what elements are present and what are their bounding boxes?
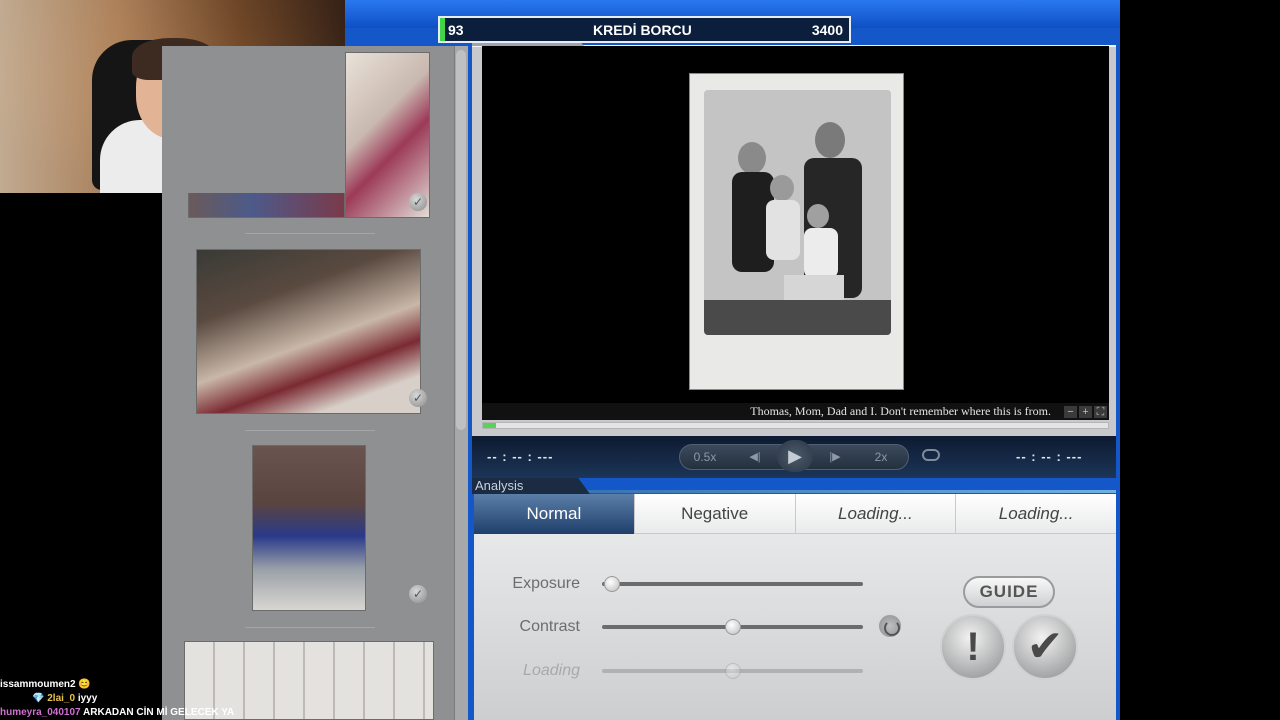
photo-caption: Thomas, Mom, Dad and I. Don't remember w… [482,403,1109,420]
credit-value: 3400 [811,22,843,38]
analysis-mode-tabs: Normal Negative Loading... Loading... [474,494,1116,534]
check-icon[interactable]: ✓ [409,193,427,211]
chat-badge: 💎 [32,693,45,704]
chat-username: 2lai_0 [47,693,76,704]
tab-loading-2[interactable]: Loading... [956,494,1116,534]
contrast-slider-knob[interactable] [724,619,741,635]
thumbnail-divider [245,627,375,628]
exposure-slider[interactable] [602,582,863,586]
play-icon[interactable]: ▶ [777,440,813,472]
loading-slider-knob [724,663,741,679]
thumbnail-divider [245,430,375,431]
previous-frame-icon[interactable]: ◀| [745,450,765,463]
tab-negative[interactable]: Negative [635,494,796,534]
thumbnail-photo-3[interactable] [252,445,366,611]
playback-progress-bar[interactable] [482,422,1109,429]
reset-icon[interactable] [877,613,903,639]
credit-indicator [440,18,445,41]
thumbnail-photo-1-bottom[interactable] [188,193,345,218]
speed-fast-button[interactable]: 2x [870,450,892,464]
speed-slow-button[interactable]: 0.5x [690,450,720,464]
family-photo-illustration [704,90,891,335]
guide-button[interactable]: GUIDE [963,576,1055,608]
alert-button[interactable]: ! [940,614,1006,680]
check-icon[interactable]: ✓ [409,389,427,407]
tab-normal[interactable]: Normal [474,494,635,534]
chat-text: ARKADAN CİN Mİ GELECEK YA [83,707,235,718]
check-icon[interactable]: ✓ [409,585,427,603]
tab-loading-1[interactable]: Loading... [796,494,957,534]
fullscreen-icon[interactable]: ⛶ [1094,406,1107,418]
credit-overlay: 93 KREDİ BORCU 3400 [438,16,851,43]
loading-label: Loading [523,662,580,679]
scrollbar-thumb[interactable] [456,50,466,430]
loop-icon[interactable] [922,449,940,461]
next-frame-icon[interactable]: |▶ [825,450,845,463]
time-elapsed: -- : -- : --- [487,449,554,464]
chat-message: issammoumen2 😊 [0,679,91,690]
playback-progress-fill [483,423,496,428]
zoom-out-icon[interactable]: − [1064,406,1077,418]
chat-badge: 😊 [78,679,91,690]
analysis-tab: Analysis [472,478,590,494]
credit-title: KREDİ BORCU [593,22,692,38]
contrast-label: Contrast [519,618,580,635]
thumbnail-photo-2[interactable] [196,249,421,414]
chat-message: 💎 2lai_0 iyyy [32,693,97,704]
time-remaining: -- : -- : --- [1016,449,1083,464]
confirm-button[interactable]: ✔ [1012,614,1078,680]
chat-username: humeyra_040107 [0,707,81,718]
chat-username: issammoumen2 [0,679,76,690]
chat-message: humeyra_040107 ARKADAN CİN Mİ GELECEK YA [0,707,234,718]
credit-number: 93 [448,22,464,38]
chat-text: iyyy [77,693,98,704]
exposure-label: Exposure [512,575,580,592]
zoom-in-icon[interactable]: + [1079,406,1092,418]
thumbnail-divider [245,233,375,234]
preview-photo [704,90,891,335]
stream-chat: issammoumen2 😊 💎 2lai_0 iyyy humeyra_040… [0,677,345,720]
